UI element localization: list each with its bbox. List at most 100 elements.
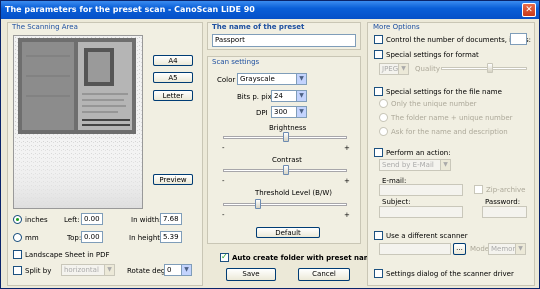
driver-dialog-checkbox[interactable]: [374, 269, 383, 278]
scan-preview-image[interactable]: [13, 35, 143, 209]
format-checkbox[interactable]: [374, 50, 383, 59]
contrast-slider[interactable]: [283, 165, 289, 175]
height-input[interactable]: 5.39: [160, 231, 182, 243]
email-input[interactable]: [379, 184, 463, 196]
folder-unique-radio[interactable]: [379, 113, 388, 122]
split-by-value: horizontal: [64, 266, 99, 274]
contrast-minus: -: [222, 177, 225, 185]
chevron-down-icon: ▼: [515, 244, 525, 254]
left-input[interactable]: 0.00: [81, 213, 103, 225]
a5-button[interactable]: A5: [153, 72, 193, 83]
quality-track: [441, 67, 527, 70]
threshold-plus: +: [344, 211, 350, 219]
filename-checkbox[interactable]: [374, 87, 383, 96]
a4-button[interactable]: A4: [153, 55, 193, 66]
preset-name-input[interactable]: Passport: [212, 34, 356, 47]
landscape-pdf-label: Landscape Sheet in PDF: [25, 251, 110, 259]
threshold-slider[interactable]: [255, 199, 261, 209]
cancel-button[interactable]: Cancel: [298, 268, 350, 281]
title-bar: The parameters for the preset scan - Can…: [1, 1, 539, 19]
driver-dialog-label: Settings dialog of the scanner driver: [386, 270, 514, 278]
only-unique-label: Only the unique number: [391, 100, 477, 108]
brightness-plus: +: [344, 144, 350, 152]
top-input[interactable]: 0.00: [81, 231, 103, 243]
only-unique-radio[interactable]: [379, 99, 388, 108]
left-label: Left:: [64, 216, 80, 224]
format-value: JPEG: [382, 65, 399, 73]
letter-button[interactable]: Letter: [153, 90, 193, 101]
scanning-area-heading: The Scanning Area: [12, 23, 78, 31]
subject-label: Subject:: [382, 198, 411, 206]
ask-name-label: Ask for the name and description: [391, 128, 508, 136]
brightness-minus: -: [222, 144, 225, 152]
zip-archive-checkbox[interactable]: [474, 185, 483, 194]
chevron-down-icon: ▼: [181, 265, 191, 275]
threshold-track: [223, 203, 347, 206]
quality-label: Quality: [415, 65, 441, 73]
auto-folder-label: Auto create folder with preset name: [232, 254, 376, 262]
inches-radio[interactable]: [13, 215, 22, 224]
folder-unique-label: The folder name + unique number: [391, 114, 513, 122]
width-input[interactable]: 7.68: [160, 213, 182, 225]
rotate-label: Rotate deg.: [127, 267, 168, 275]
default-button[interactable]: Default: [256, 227, 320, 238]
color-select[interactable]: Grayscale ▼: [237, 73, 307, 85]
mm-label: mm: [25, 234, 39, 242]
ask-name-radio[interactable]: [379, 127, 388, 136]
color-value: Grayscale: [240, 75, 275, 83]
top-label: Top:: [67, 234, 82, 242]
color-label: Color: [217, 76, 236, 84]
scanner-path-input[interactable]: [379, 243, 451, 255]
brightness-label: Brightness: [269, 124, 307, 132]
more-options-heading: More Options: [373, 23, 420, 31]
chevron-down-icon: ▼: [296, 107, 306, 117]
bits-value: 24: [274, 92, 283, 100]
brightness-slider[interactable]: [283, 132, 289, 142]
chevron-down-icon: ▼: [440, 160, 450, 170]
bits-select[interactable]: 24 ▼: [271, 90, 307, 102]
threshold-label: Threshold Level (B/W): [255, 189, 332, 197]
dialog-window: The parameters for the preset scan - Can…: [0, 0, 540, 289]
different-scanner-checkbox[interactable]: [374, 231, 383, 240]
preview-button[interactable]: Preview: [153, 174, 193, 185]
preset-name-heading: The name of the preset: [212, 23, 305, 31]
password-input[interactable]: [482, 206, 527, 218]
action-checkbox[interactable]: [374, 148, 383, 157]
split-by-label: Split by: [25, 267, 52, 275]
dpi-label: DPI: [256, 109, 268, 117]
dpi-select[interactable]: 300 ▼: [271, 106, 307, 118]
contrast-label: Contrast: [272, 156, 302, 164]
rotate-select[interactable]: 0 ▼: [164, 264, 192, 276]
passport-preview-graphic: [14, 36, 142, 208]
browse-button[interactable]: ...: [453, 243, 466, 255]
window-title: The parameters for the preset scan - Can…: [5, 5, 255, 14]
zip-archive-label: Zip-archive: [486, 186, 526, 194]
different-scanner-label: Use a different scanner: [386, 232, 468, 240]
close-icon[interactable]: ✕: [522, 3, 536, 17]
save-button[interactable]: Save: [226, 268, 276, 281]
action-label: Perform an action:: [386, 149, 451, 157]
mode-select[interactable]: Memory ▼: [488, 243, 526, 255]
scan-settings-heading: Scan settings: [212, 58, 260, 66]
threshold-minus: -: [222, 211, 225, 219]
rotate-value: 0: [167, 266, 172, 274]
inches-label: inches: [25, 216, 48, 224]
format-select[interactable]: JPEG ▼: [379, 63, 409, 75]
format-label: Special settings for format: [386, 51, 479, 59]
chevron-down-icon: ▼: [398, 64, 408, 74]
mm-radio[interactable]: [13, 233, 22, 242]
quality-slider[interactable]: [487, 63, 493, 73]
chevron-down-icon: ▼: [296, 74, 306, 84]
control-number-checkbox[interactable]: [374, 35, 383, 44]
landscape-pdf-checkbox[interactable]: [13, 250, 22, 259]
dpi-value: 300: [274, 108, 288, 116]
action-select[interactable]: Send by E-Mail ▼: [379, 159, 451, 171]
auto-folder-checkbox[interactable]: [220, 252, 229, 262]
action-value: Send by E-Mail: [382, 161, 434, 169]
split-by-select[interactable]: horizontal ▼: [61, 264, 115, 276]
control-number-input[interactable]: [510, 33, 527, 45]
subject-input[interactable]: [379, 206, 463, 218]
chevron-down-icon: ▼: [296, 91, 306, 101]
split-by-checkbox[interactable]: [13, 266, 22, 275]
contrast-plus: +: [344, 177, 350, 185]
